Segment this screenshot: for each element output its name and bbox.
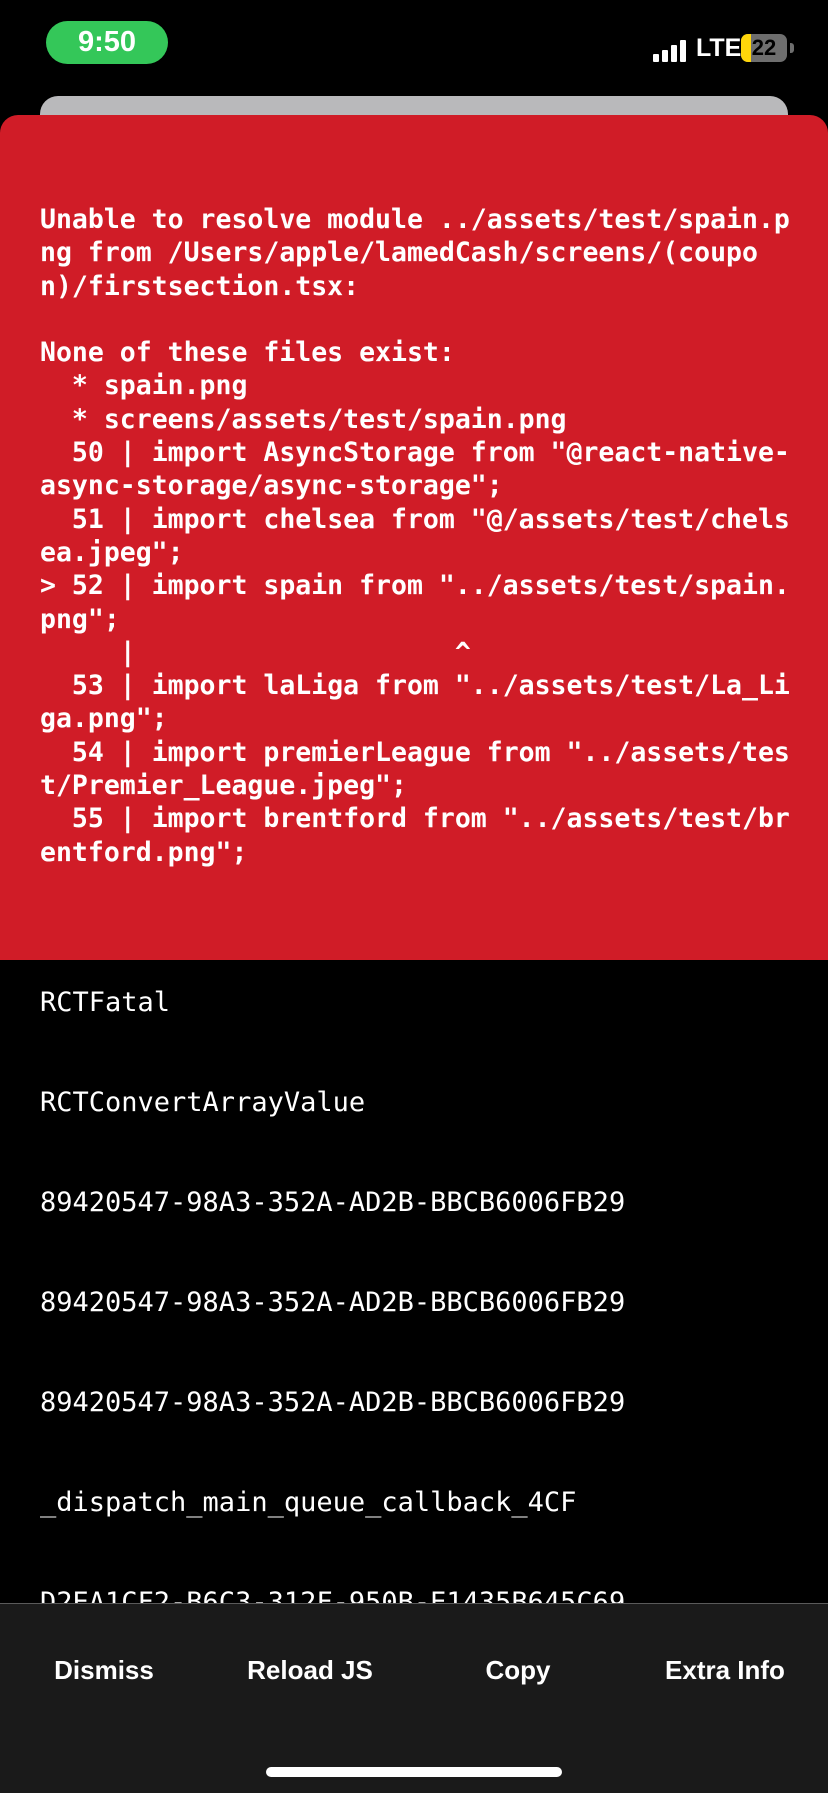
extra-info-button[interactable]: Extra Info xyxy=(652,1648,798,1692)
stack-trace-list[interactable]: RCTFatal RCTConvertArrayValue 89420547-9… xyxy=(0,960,828,1604)
stack-frame[interactable]: RCTConvertArrayValue xyxy=(40,1087,365,1119)
time-label: 9:50 xyxy=(77,26,137,58)
stack-frame[interactable]: D2EA1CF2-B6C3-312F-950B-E1435B645C69 xyxy=(40,1587,625,1604)
home-indicator[interactable] xyxy=(266,1767,562,1777)
status-bar: 9:50 LTE 22 xyxy=(0,0,828,96)
battery-icon: 22 xyxy=(741,34,787,62)
redbox-error-panel: Unable to resolve module ../assets/test/… xyxy=(0,115,828,960)
network-type-label: LTE xyxy=(696,34,742,62)
error-message: Unable to resolve module ../assets/test/… xyxy=(40,204,790,868)
dismiss-button[interactable]: Dismiss xyxy=(30,1648,178,1692)
battery-terminal xyxy=(790,43,794,53)
stack-frame[interactable]: 89420547-98A3-352A-AD2B-BBCB6006FB29 xyxy=(40,1287,625,1319)
time-indicator: 9:50 xyxy=(46,21,168,64)
stack-frame[interactable]: 89420547-98A3-352A-AD2B-BBCB6006FB29 xyxy=(40,1187,625,1219)
cellular-signal-icon xyxy=(653,38,687,62)
stack-frame[interactable]: _dispatch_main_queue_callback_4CF xyxy=(40,1487,576,1519)
battery-level-label: 22 xyxy=(751,35,777,60)
stack-frame[interactable]: RCTFatal xyxy=(40,987,170,1019)
reload-js-button[interactable]: Reload JS xyxy=(228,1648,392,1692)
redbox-action-bar: Dismiss Reload JS Copy Extra Info xyxy=(0,1603,828,1793)
copy-button[interactable]: Copy xyxy=(460,1648,576,1692)
stack-frame[interactable]: 89420547-98A3-352A-AD2B-BBCB6006FB29 xyxy=(40,1387,625,1419)
